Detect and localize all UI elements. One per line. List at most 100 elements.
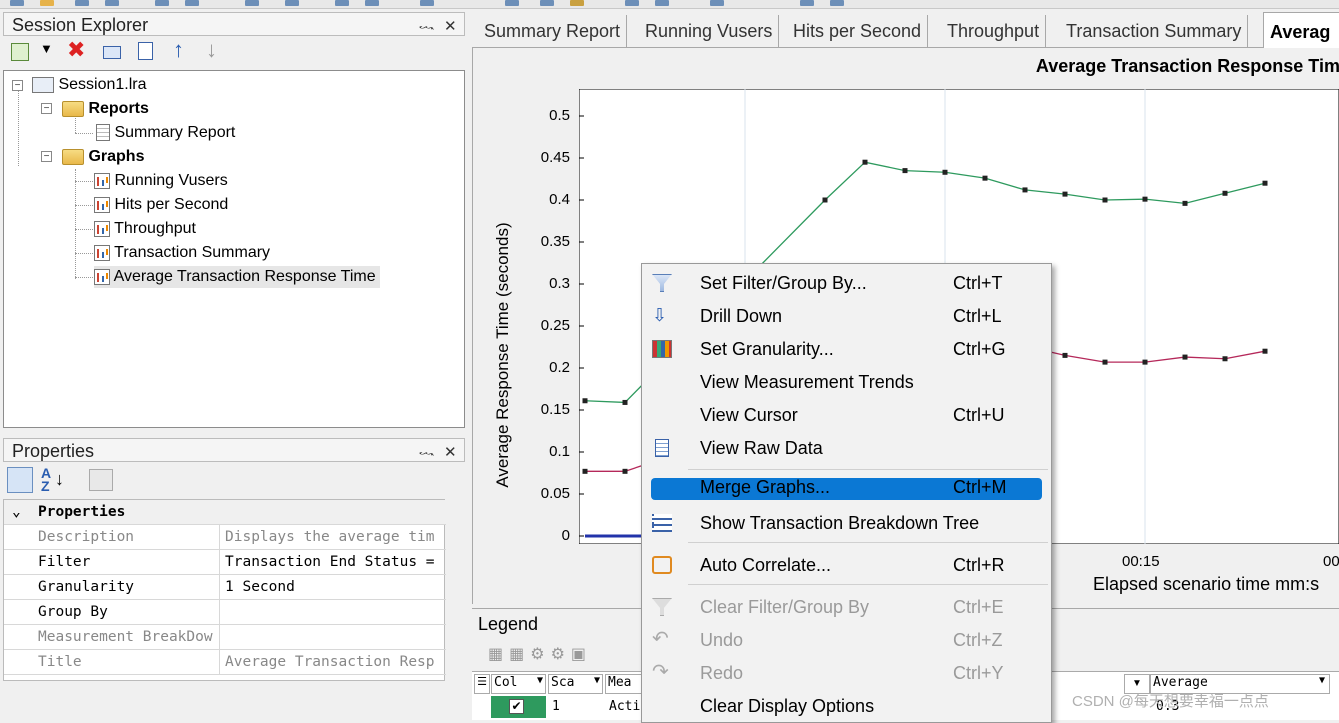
chevron-down-icon[interactable]: ⌄ bbox=[12, 500, 21, 524]
property-value[interactable]: 1 Second bbox=[221, 575, 446, 599]
menu-item-set-granularity[interactable]: Set Granularity... Ctrl+G bbox=[642, 334, 1051, 364]
data-point[interactable] bbox=[582, 398, 588, 404]
legend-header-col[interactable]: Col ▼ bbox=[491, 674, 546, 694]
legend-menu-icon[interactable]: ☰ bbox=[474, 674, 490, 694]
collapse-reports-toggle[interactable]: − bbox=[41, 103, 52, 114]
properties-section-row[interactable]: ⌄ Properties bbox=[4, 500, 446, 525]
collapse-session-toggle[interactable]: − bbox=[12, 80, 23, 91]
menu-item-view-measurement-trends[interactable]: View Measurement Trends bbox=[642, 367, 1051, 397]
data-point[interactable] bbox=[1262, 348, 1268, 354]
alphabetical-sort-icon[interactable]: AZ bbox=[41, 466, 51, 493]
toolbar-icon[interactable] bbox=[365, 0, 379, 6]
toolbar-icon[interactable] bbox=[420, 0, 434, 6]
toolbar-icon[interactable] bbox=[830, 0, 844, 6]
tree-item-graphs[interactable]: Graphs bbox=[62, 146, 144, 168]
tab-transaction-summary[interactable]: Transaction Summary bbox=[1060, 15, 1249, 47]
copy-icon[interactable] bbox=[138, 42, 153, 60]
data-point[interactable] bbox=[822, 197, 828, 203]
legend-measurement-value[interactable]: Acti bbox=[609, 696, 640, 718]
tab-summary-report[interactable]: Summary Report bbox=[478, 15, 628, 47]
tab-throughput[interactable]: Throughput bbox=[941, 15, 1047, 47]
property-value[interactable]: Transaction End Status = bbox=[221, 550, 446, 574]
toolbar-icon[interactable] bbox=[10, 0, 24, 6]
chevron-down-icon[interactable]: ▼ bbox=[594, 675, 600, 686]
toolbar-icon[interactable] bbox=[570, 0, 584, 6]
data-point[interactable] bbox=[1142, 196, 1148, 202]
menu-item-auto-correlate[interactable]: Auto Correlate... Ctrl+R bbox=[642, 550, 1051, 580]
categorized-icon[interactable] bbox=[7, 467, 33, 493]
pin-icon[interactable]: 𝁋 bbox=[419, 15, 435, 39]
close-icon[interactable]: ✕ bbox=[444, 15, 457, 39]
tab-average-transaction-response-time[interactable]: Averag bbox=[1263, 12, 1339, 49]
toolbar-icon[interactable] bbox=[185, 0, 199, 6]
move-up-icon[interactable]: ↑ bbox=[173, 37, 184, 63]
toolbar-icon[interactable] bbox=[655, 0, 669, 6]
data-point[interactable] bbox=[1102, 359, 1108, 365]
tree-item-session[interactable]: Session1.lra bbox=[32, 74, 147, 96]
toolbar-icon[interactable] bbox=[625, 0, 639, 6]
toolbar-icon[interactable] bbox=[105, 0, 119, 6]
menu-item-clear-filter-group-by[interactable]: Clear Filter/Group By Ctrl+E bbox=[642, 592, 1051, 622]
toolbar-icon[interactable] bbox=[155, 0, 169, 6]
menu-item-merge-graphs[interactable]: Merge Graphs... Ctrl+M bbox=[642, 475, 1051, 505]
add-icon[interactable] bbox=[11, 43, 29, 61]
data-point[interactable] bbox=[942, 169, 948, 175]
data-point[interactable] bbox=[1182, 200, 1188, 206]
data-point[interactable] bbox=[1222, 356, 1228, 362]
menu-item-view-raw-data[interactable]: View Raw Data bbox=[642, 433, 1051, 463]
toolbar-icon[interactable] bbox=[710, 0, 724, 6]
menu-item-show-transaction-breakdown-tree[interactable]: Show Transaction Breakdown Tree bbox=[642, 508, 1051, 538]
data-point[interactable] bbox=[1262, 180, 1268, 186]
property-row[interactable]: Filter Transaction End Status = bbox=[4, 550, 446, 575]
property-row[interactable]: Title Average Transaction Resp bbox=[4, 650, 446, 675]
toolbar-icon[interactable] bbox=[285, 0, 299, 6]
tree-item-average-transaction-response-time[interactable]: Average Transaction Response Time bbox=[94, 266, 380, 288]
data-point[interactable] bbox=[982, 175, 988, 181]
property-value[interactable] bbox=[221, 600, 446, 624]
data-point[interactable] bbox=[1062, 191, 1068, 197]
menu-item-drill-down[interactable]: ⇩ Drill Down Ctrl+L bbox=[642, 301, 1051, 331]
close-icon[interactable]: ✕ bbox=[444, 441, 457, 465]
data-point[interactable] bbox=[582, 468, 588, 474]
tree-item-hits-per-second[interactable]: Hits per Second bbox=[94, 194, 228, 216]
data-point[interactable] bbox=[1102, 197, 1108, 203]
data-point[interactable] bbox=[1182, 354, 1188, 360]
data-point[interactable] bbox=[1062, 352, 1068, 358]
menu-item-clear-display-options[interactable]: Clear Display Options bbox=[642, 691, 1051, 721]
tab-running-vusers[interactable]: Running Vusers bbox=[639, 15, 780, 47]
tree-item-reports[interactable]: Reports bbox=[62, 98, 149, 120]
property-row[interactable]: Group By bbox=[4, 600, 446, 625]
tree-item-summary-report[interactable]: Summary Report bbox=[96, 122, 235, 144]
data-point[interactable] bbox=[622, 468, 628, 474]
menu-item-set-filter-group-by[interactable]: Set Filter/Group By... Ctrl+T bbox=[642, 268, 1051, 298]
toolbar-icon[interactable] bbox=[505, 0, 519, 6]
legend-header-measurement[interactable]: Mea bbox=[605, 674, 645, 694]
toolbar-icon[interactable] bbox=[245, 0, 259, 6]
menu-item-view-cursor[interactable]: View Cursor Ctrl+U bbox=[642, 400, 1051, 430]
tree-item-running-vusers[interactable]: Running Vusers bbox=[94, 170, 228, 192]
data-point[interactable] bbox=[862, 159, 868, 165]
data-point[interactable] bbox=[1222, 190, 1228, 196]
tree-item-transaction-summary[interactable]: Transaction Summary bbox=[94, 242, 270, 264]
toolbar-icon[interactable] bbox=[40, 0, 54, 6]
property-row[interactable]: Description Displays the average tim bbox=[4, 525, 446, 550]
tab-hits-per-second[interactable]: Hits per Second bbox=[787, 15, 929, 47]
collapse-graphs-toggle[interactable]: − bbox=[41, 151, 52, 162]
property-row[interactable]: Granularity 1 Second bbox=[4, 575, 446, 600]
toolbar-icon[interactable] bbox=[75, 0, 89, 6]
toolbar-icon[interactable] bbox=[800, 0, 814, 6]
data-point[interactable] bbox=[1142, 359, 1148, 365]
data-point[interactable] bbox=[1022, 187, 1028, 193]
menu-item-redo[interactable]: ↷ Redo Ctrl+Y bbox=[642, 658, 1051, 688]
toolbar-icon[interactable] bbox=[335, 0, 349, 6]
rename-icon[interactable] bbox=[103, 46, 121, 59]
dropdown-arrow-icon[interactable]: ▼ bbox=[40, 41, 53, 56]
data-point[interactable] bbox=[902, 168, 908, 174]
legend-visible-checkbox[interactable]: ✔ bbox=[509, 699, 524, 714]
tree-item-throughput[interactable]: Throughput bbox=[94, 218, 196, 240]
pin-icon[interactable]: 𝁋 bbox=[419, 441, 435, 465]
property-row[interactable]: Measurement BreakDow bbox=[4, 625, 446, 650]
data-point[interactable] bbox=[622, 399, 628, 405]
chevron-down-icon[interactable]: ▼ bbox=[537, 675, 543, 686]
delete-icon[interactable]: ✖ bbox=[67, 37, 85, 63]
